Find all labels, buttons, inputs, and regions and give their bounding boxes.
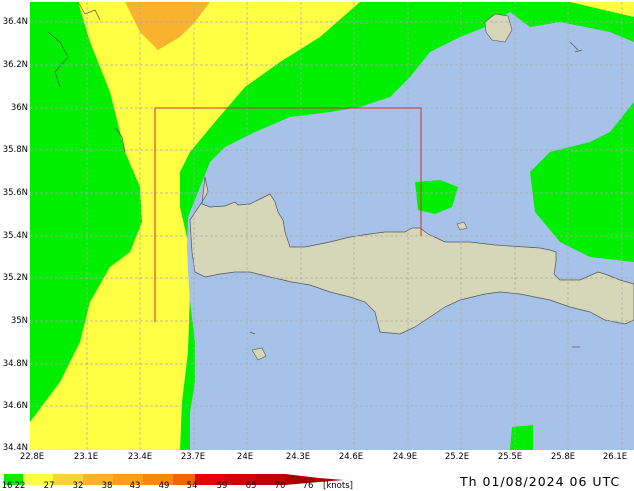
lon-label: 24.3E (285, 452, 311, 462)
lon-label: 24.6E (338, 452, 364, 462)
lon-label: 22.8E (19, 452, 45, 462)
wind-map (30, 2, 634, 450)
wind-zone-green-patch-south (510, 425, 533, 450)
lat-label: 36.4N (2, 17, 28, 27)
lat-label: 34.8N (2, 359, 28, 369)
lon-label: 25.2E (444, 452, 470, 462)
lat-label: 35N (10, 316, 28, 326)
lat-label: 35.8N (2, 145, 28, 155)
lon-label: 25.8E (550, 452, 576, 462)
lon-label: 26.1E (602, 452, 628, 462)
lat-label: 34.6N (2, 401, 28, 411)
forecast-timestamp: Th 01/08/2024 06 UTC (460, 474, 621, 489)
map-canvas (30, 2, 634, 450)
lon-label: 25.5E (497, 452, 523, 462)
lat-label: 35.2N (2, 273, 28, 283)
lon-label: 23.7E (180, 452, 206, 462)
lon-label: 24.9E (392, 452, 418, 462)
lat-label: 36N (10, 103, 28, 113)
lat-label: 36.2N (2, 60, 28, 70)
lat-label: 35.4N (2, 231, 28, 241)
lon-label: 24E (236, 452, 254, 462)
lon-label: 23.4E (127, 452, 153, 462)
lat-label: 35.6N (2, 188, 28, 198)
lon-label: 23.1E (73, 452, 99, 462)
